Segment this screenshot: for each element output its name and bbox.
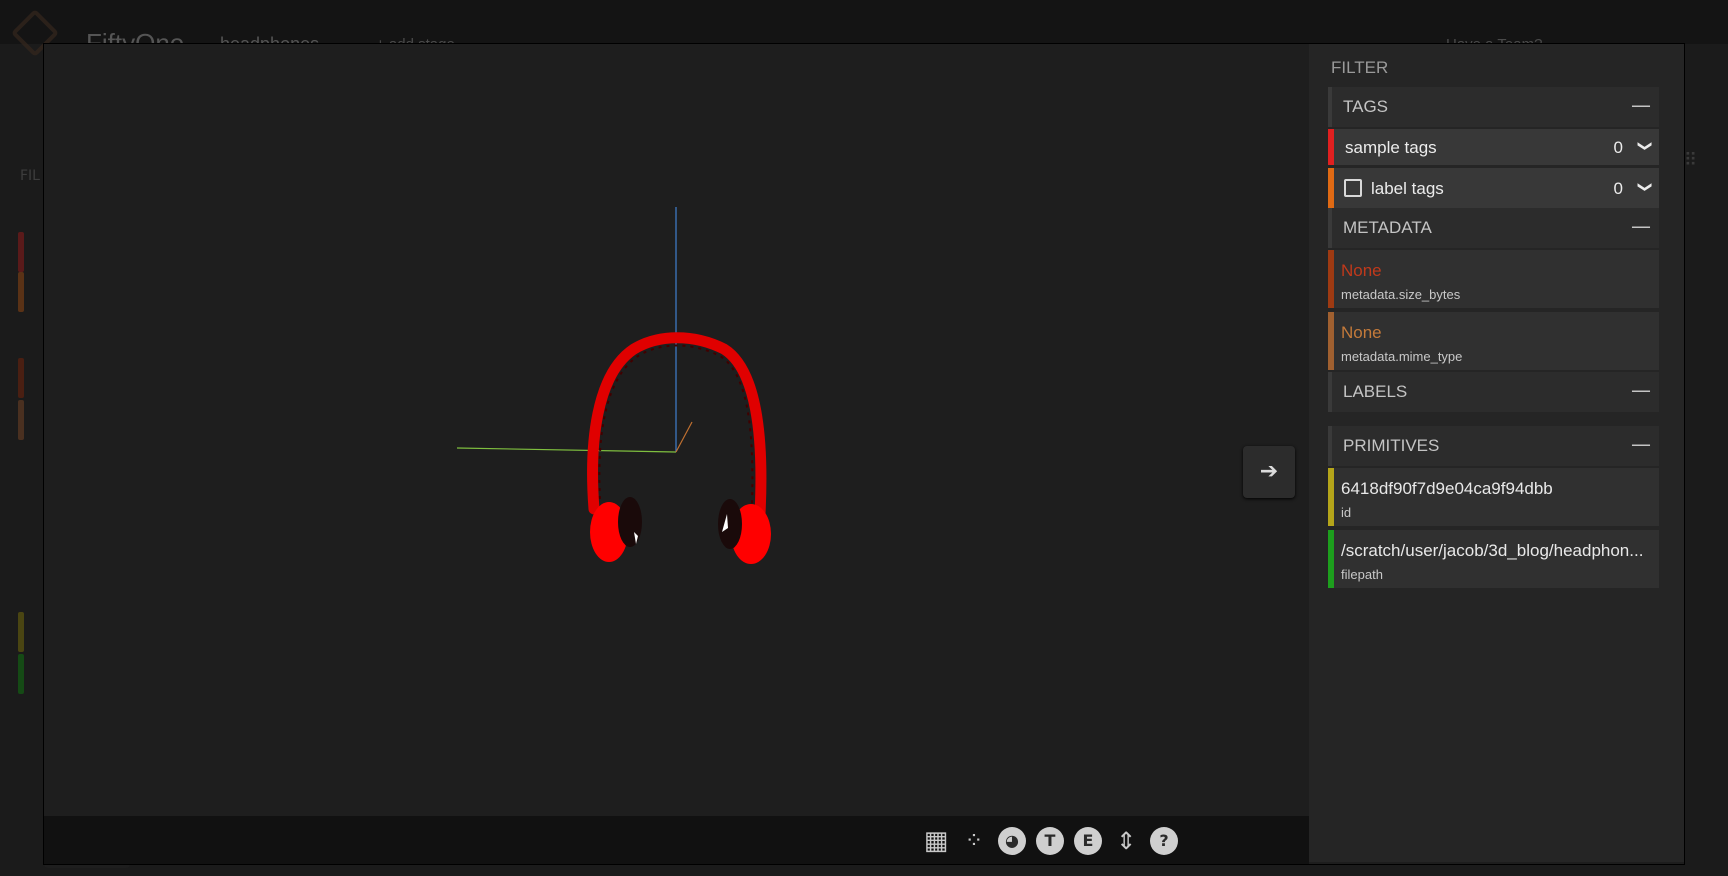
background-sidebar-filter: FIL (20, 168, 40, 184)
group-label: METADATA (1343, 218, 1432, 237)
field-key: filepath (1341, 567, 1383, 582)
chevron-down-icon[interactable]: ❯ (1637, 140, 1653, 152)
help-icon[interactable]: ? (1149, 826, 1179, 856)
collapse-icon[interactable]: — (1631, 378, 1651, 402)
z-axis (675, 421, 693, 453)
field-value: 6418df90f7d9e04ca9f94dbb (1341, 479, 1553, 498)
background-strip (18, 400, 24, 440)
checkbox[interactable] (1344, 179, 1362, 197)
background-strip (18, 272, 24, 312)
chevron-down-icon[interactable]: ❯ (1637, 181, 1653, 193)
group-tags[interactable]: TAGS — (1328, 87, 1659, 127)
filter-title: FILTER (1331, 58, 1389, 77)
group-label: LABELS (1343, 382, 1408, 401)
sample-modal: ➔ ▦ ⁘ ◕ T E ⇕ ? FILTER TAGS — sample tag… (44, 44, 1684, 864)
field-metadata-size-bytes[interactable]: None metadata.size_bytes (1328, 250, 1659, 308)
collapse-icon[interactable]: — (1631, 432, 1651, 456)
background-strip (18, 358, 24, 398)
field-key: id (1341, 505, 1352, 520)
3d-scene[interactable] (44, 44, 1309, 816)
grid-dots-icon: ⠿ (1684, 150, 1698, 171)
group-primitives[interactable]: PRIMITIVES — (1328, 426, 1659, 466)
field-value: None (1341, 261, 1382, 280)
background-strip (18, 232, 24, 272)
group-labels[interactable]: LABELS — (1328, 372, 1659, 412)
field-value: None (1341, 323, 1382, 342)
field-key: metadata.size_bytes (1341, 287, 1461, 302)
group-label: TAGS (1343, 97, 1389, 116)
field-key: metadata.mime_type (1341, 349, 1463, 364)
app-root: FiftyOne headphones + add stage Have a T… (0, 0, 1728, 876)
points-icon[interactable]: ⁘ (959, 826, 989, 856)
field-filepath[interactable]: /scratch/user/jacob/3d_blog/headphon... … (1328, 530, 1659, 588)
top-view-icon[interactable]: T (1035, 826, 1065, 856)
label-tags-item[interactable]: label tags 0 ❯ (1328, 168, 1659, 208)
sample-tags-item[interactable]: sample tags 0 ❯ (1328, 129, 1659, 165)
item-count: 0 (1613, 179, 1623, 198)
x-axis (456, 447, 677, 453)
group-label: PRIMITIVES (1343, 436, 1440, 455)
field-id[interactable]: 6418df90f7d9e04ca9f94dbb id (1328, 468, 1659, 526)
3d-viewer[interactable]: ➔ (44, 44, 1309, 862)
grid-icon[interactable]: ▦ (921, 826, 951, 856)
palette-icon[interactable]: ◕ (997, 826, 1027, 856)
collapse-icon[interactable]: — (1631, 93, 1651, 117)
field-value: /scratch/user/jacob/3d_blog/headphon... (1341, 541, 1644, 560)
sliders-icon[interactable]: ⇕ (1111, 826, 1141, 856)
item-label: sample tags (1345, 138, 1437, 157)
background-strip (18, 612, 24, 652)
ego-view-icon[interactable]: E (1073, 826, 1103, 856)
item-count: 0 (1613, 138, 1623, 157)
collapse-icon[interactable]: — (1631, 214, 1651, 238)
item-label: label tags (1371, 179, 1444, 198)
background-strip (18, 654, 24, 694)
group-metadata[interactable]: METADATA — (1328, 208, 1659, 248)
filter-sidebar: FILTER TAGS — sample tags 0 ❯ label tags… (1309, 44, 1684, 862)
field-metadata-mime-type[interactable]: None metadata.mime_type (1328, 312, 1659, 370)
next-sample-button[interactable]: ➔ (1243, 446, 1295, 498)
